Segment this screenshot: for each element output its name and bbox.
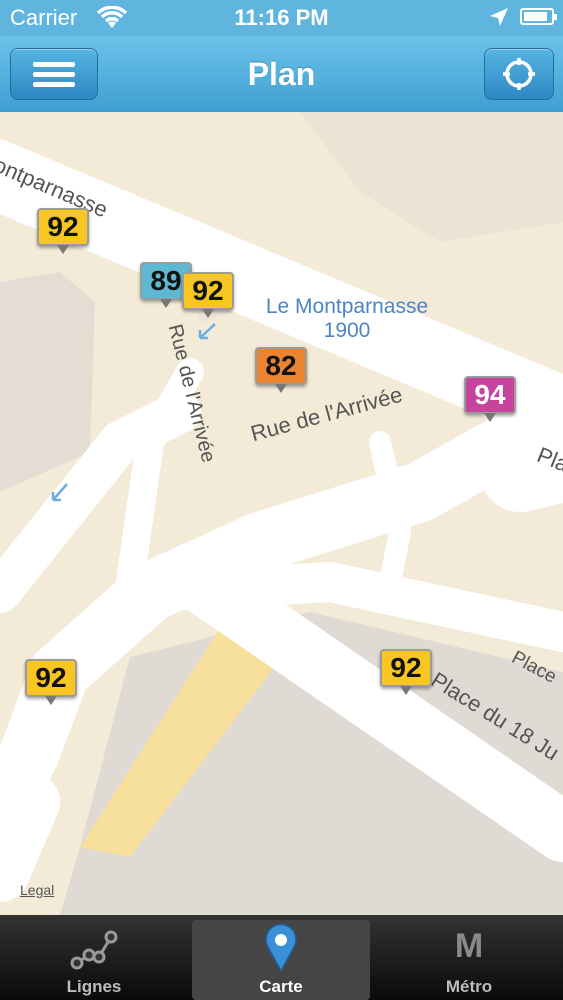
map-view[interactable]: ontparnasse Rue de l'Arrivée Rue de l'Ar… xyxy=(0,112,563,915)
legal-link[interactable]: Legal xyxy=(20,882,54,898)
battery-icon xyxy=(520,8,557,25)
locate-button[interactable] xyxy=(484,48,554,100)
bus-stop-marker[interactable]: 92 xyxy=(380,649,432,695)
page-title: Plan xyxy=(247,56,316,92)
tab-label: Carte xyxy=(259,977,303,996)
tab-label: Métro xyxy=(445,977,493,996)
tab-carte[interactable]: Carte xyxy=(192,920,370,1000)
poi-name: Le Montparnasse xyxy=(265,295,429,318)
poi-sub: 1900 xyxy=(323,319,371,342)
location-arrow-icon xyxy=(488,6,510,33)
tab-metro[interactable]: M Métro xyxy=(380,915,558,1000)
tab-lignes[interactable]: Lignes xyxy=(5,915,183,1000)
bus-stop-marker[interactable]: 92 xyxy=(182,272,234,318)
bus-stop-marker[interactable]: 92 xyxy=(25,659,77,705)
nav-bar: Plan xyxy=(0,36,563,113)
bus-stop-marker[interactable]: 94 xyxy=(464,376,516,422)
status-bar: Carrier 11:16 PM xyxy=(0,0,563,36)
metro-m-icon: M xyxy=(454,927,484,965)
tab-bar: Lignes Carte M Métro xyxy=(0,915,563,1000)
poi-label[interactable]: Le Montparnasse 1900 xyxy=(252,295,442,343)
clock: 11:16 PM xyxy=(234,5,329,30)
bus-stop-marker[interactable]: 92 xyxy=(37,208,89,254)
battery-level xyxy=(524,12,548,21)
tab-label: Lignes xyxy=(66,977,122,996)
bus-stop-marker[interactable]: 82 xyxy=(255,347,307,393)
